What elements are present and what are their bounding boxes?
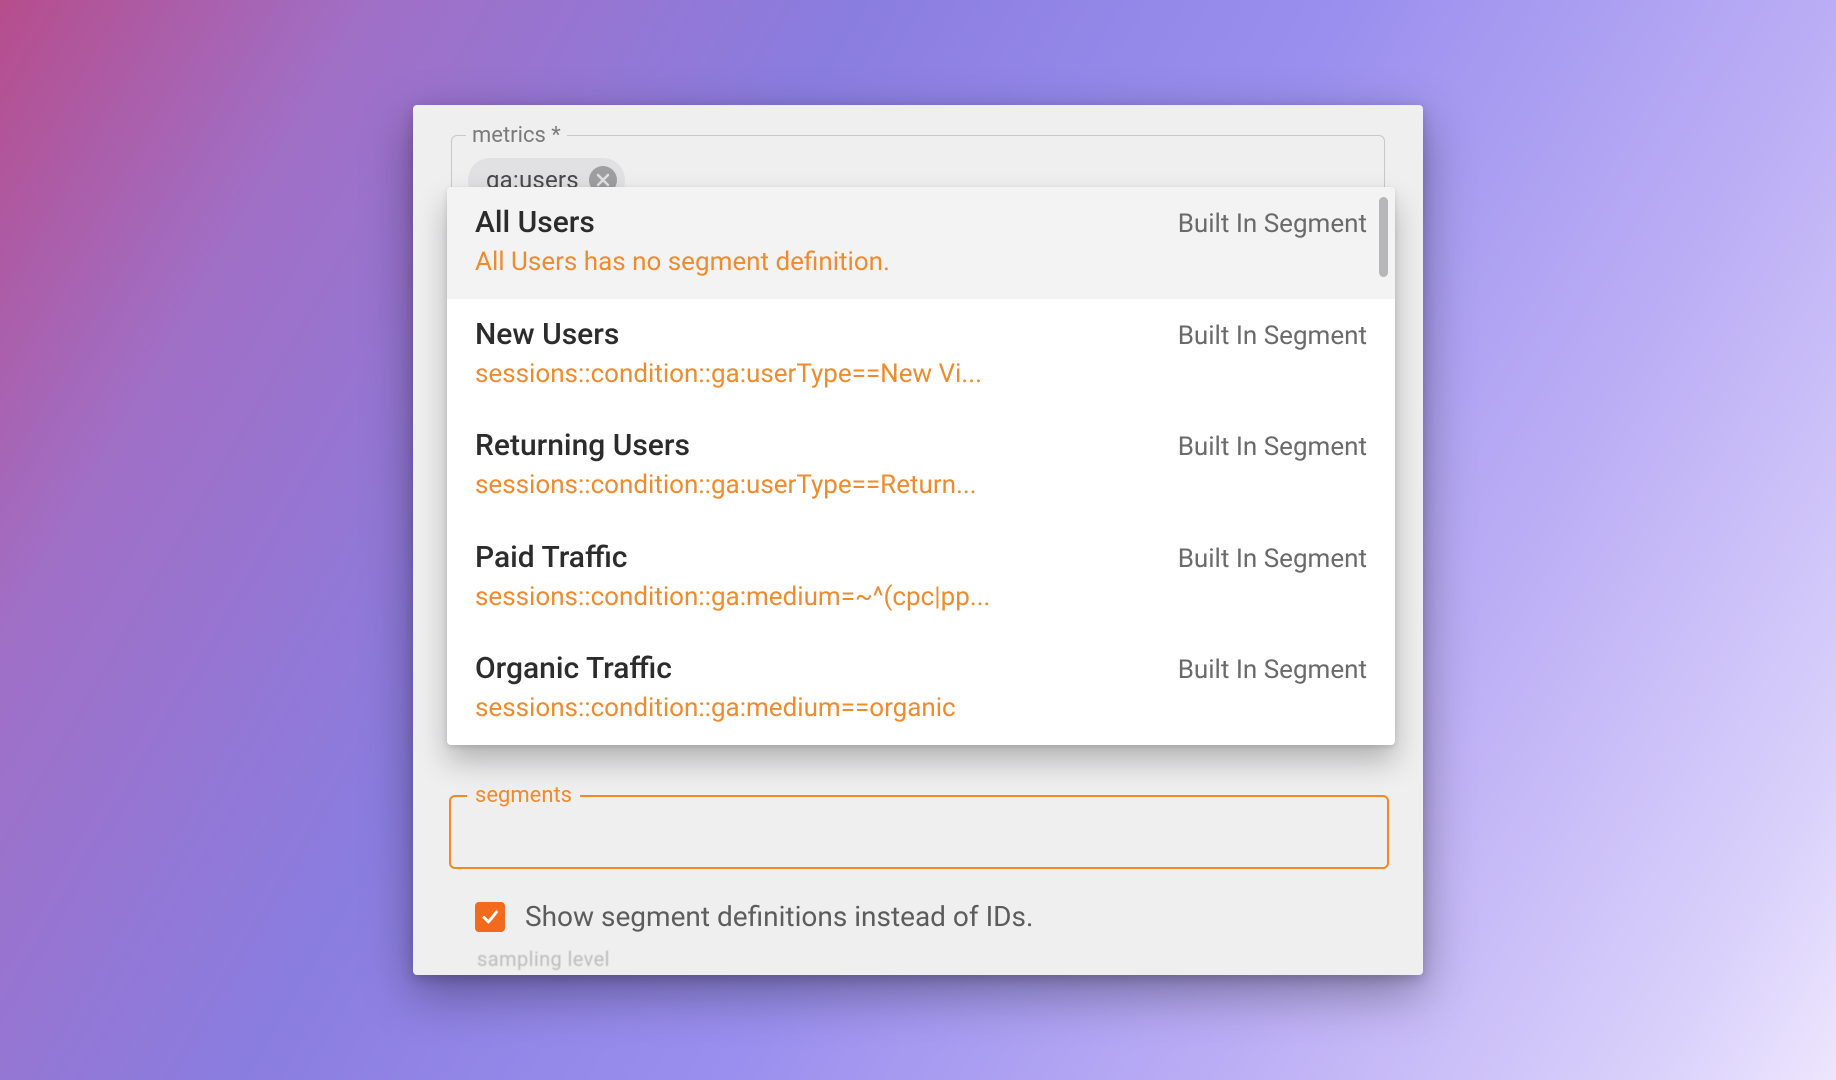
segment-option-tag: Built In Segment xyxy=(1178,655,1367,685)
segment-option-title: New Users xyxy=(475,317,619,352)
segment-option-tag: Built In Segment xyxy=(1178,209,1367,239)
segment-option[interactable]: Paid Traffic Built In Segmentsessions::co… xyxy=(447,522,1395,634)
segment-option-tag: Built In Segment xyxy=(1178,432,1367,462)
panel: metrics * ga:users All UsersBuilt In Seg… xyxy=(413,105,1423,975)
segments-dropdown[interactable]: All Users Built In Segment All Users has n… xyxy=(447,187,1395,745)
segment-option[interactable]: All Users Built In Segment All Users has n… xyxy=(447,187,1395,299)
segment-option-title: All Users xyxy=(475,205,595,240)
scrollbar-thumb[interactable] xyxy=(1379,197,1388,277)
segment-option-tag: Built In Segment xyxy=(1178,544,1367,574)
segment-option[interactable]: New Users Built In Segmentsessions::condi… xyxy=(447,299,1395,411)
metrics-legend: metrics * xyxy=(466,123,567,148)
segment-option-definition: sessions::condition::ga:medium==organic xyxy=(475,692,1367,725)
segments-input[interactable]: segments xyxy=(449,795,1389,869)
show-definitions-label: Show segment definitions instead of IDs. xyxy=(525,900,1033,933)
segment-option-definition: sessions::condition::ga:medium=~^(cpc|pp… xyxy=(475,581,1367,614)
segment-option-title: Returning Users xyxy=(475,428,690,463)
segment-option-title: Organic Traffic xyxy=(475,651,672,686)
segments-field-wrap: segments xyxy=(449,795,1389,869)
show-definitions-row: Show segment definitions instead of IDs. xyxy=(475,900,1033,933)
segment-option-tag: Built In Segment xyxy=(1178,321,1367,351)
segment-option-title: Paid Traffic xyxy=(475,540,627,575)
segment-option[interactable]: Returning Users Built In Segment sessions:… xyxy=(447,410,1395,522)
segment-option[interactable]: Organic Traffic Built In Segment sessions:… xyxy=(447,633,1395,745)
segment-option-definition: sessions::condition::ga:userType==New Vi… xyxy=(475,358,1367,391)
segment-option-definition: All Users has no segment definition. xyxy=(475,246,1367,279)
truncated-next-label: sampling level xyxy=(477,947,610,971)
segments-legend: segments xyxy=(467,783,580,808)
show-definitions-checkbox[interactable] xyxy=(475,902,505,932)
segment-option-definition: sessions::condition::ga:userType==Return… xyxy=(475,469,1367,502)
